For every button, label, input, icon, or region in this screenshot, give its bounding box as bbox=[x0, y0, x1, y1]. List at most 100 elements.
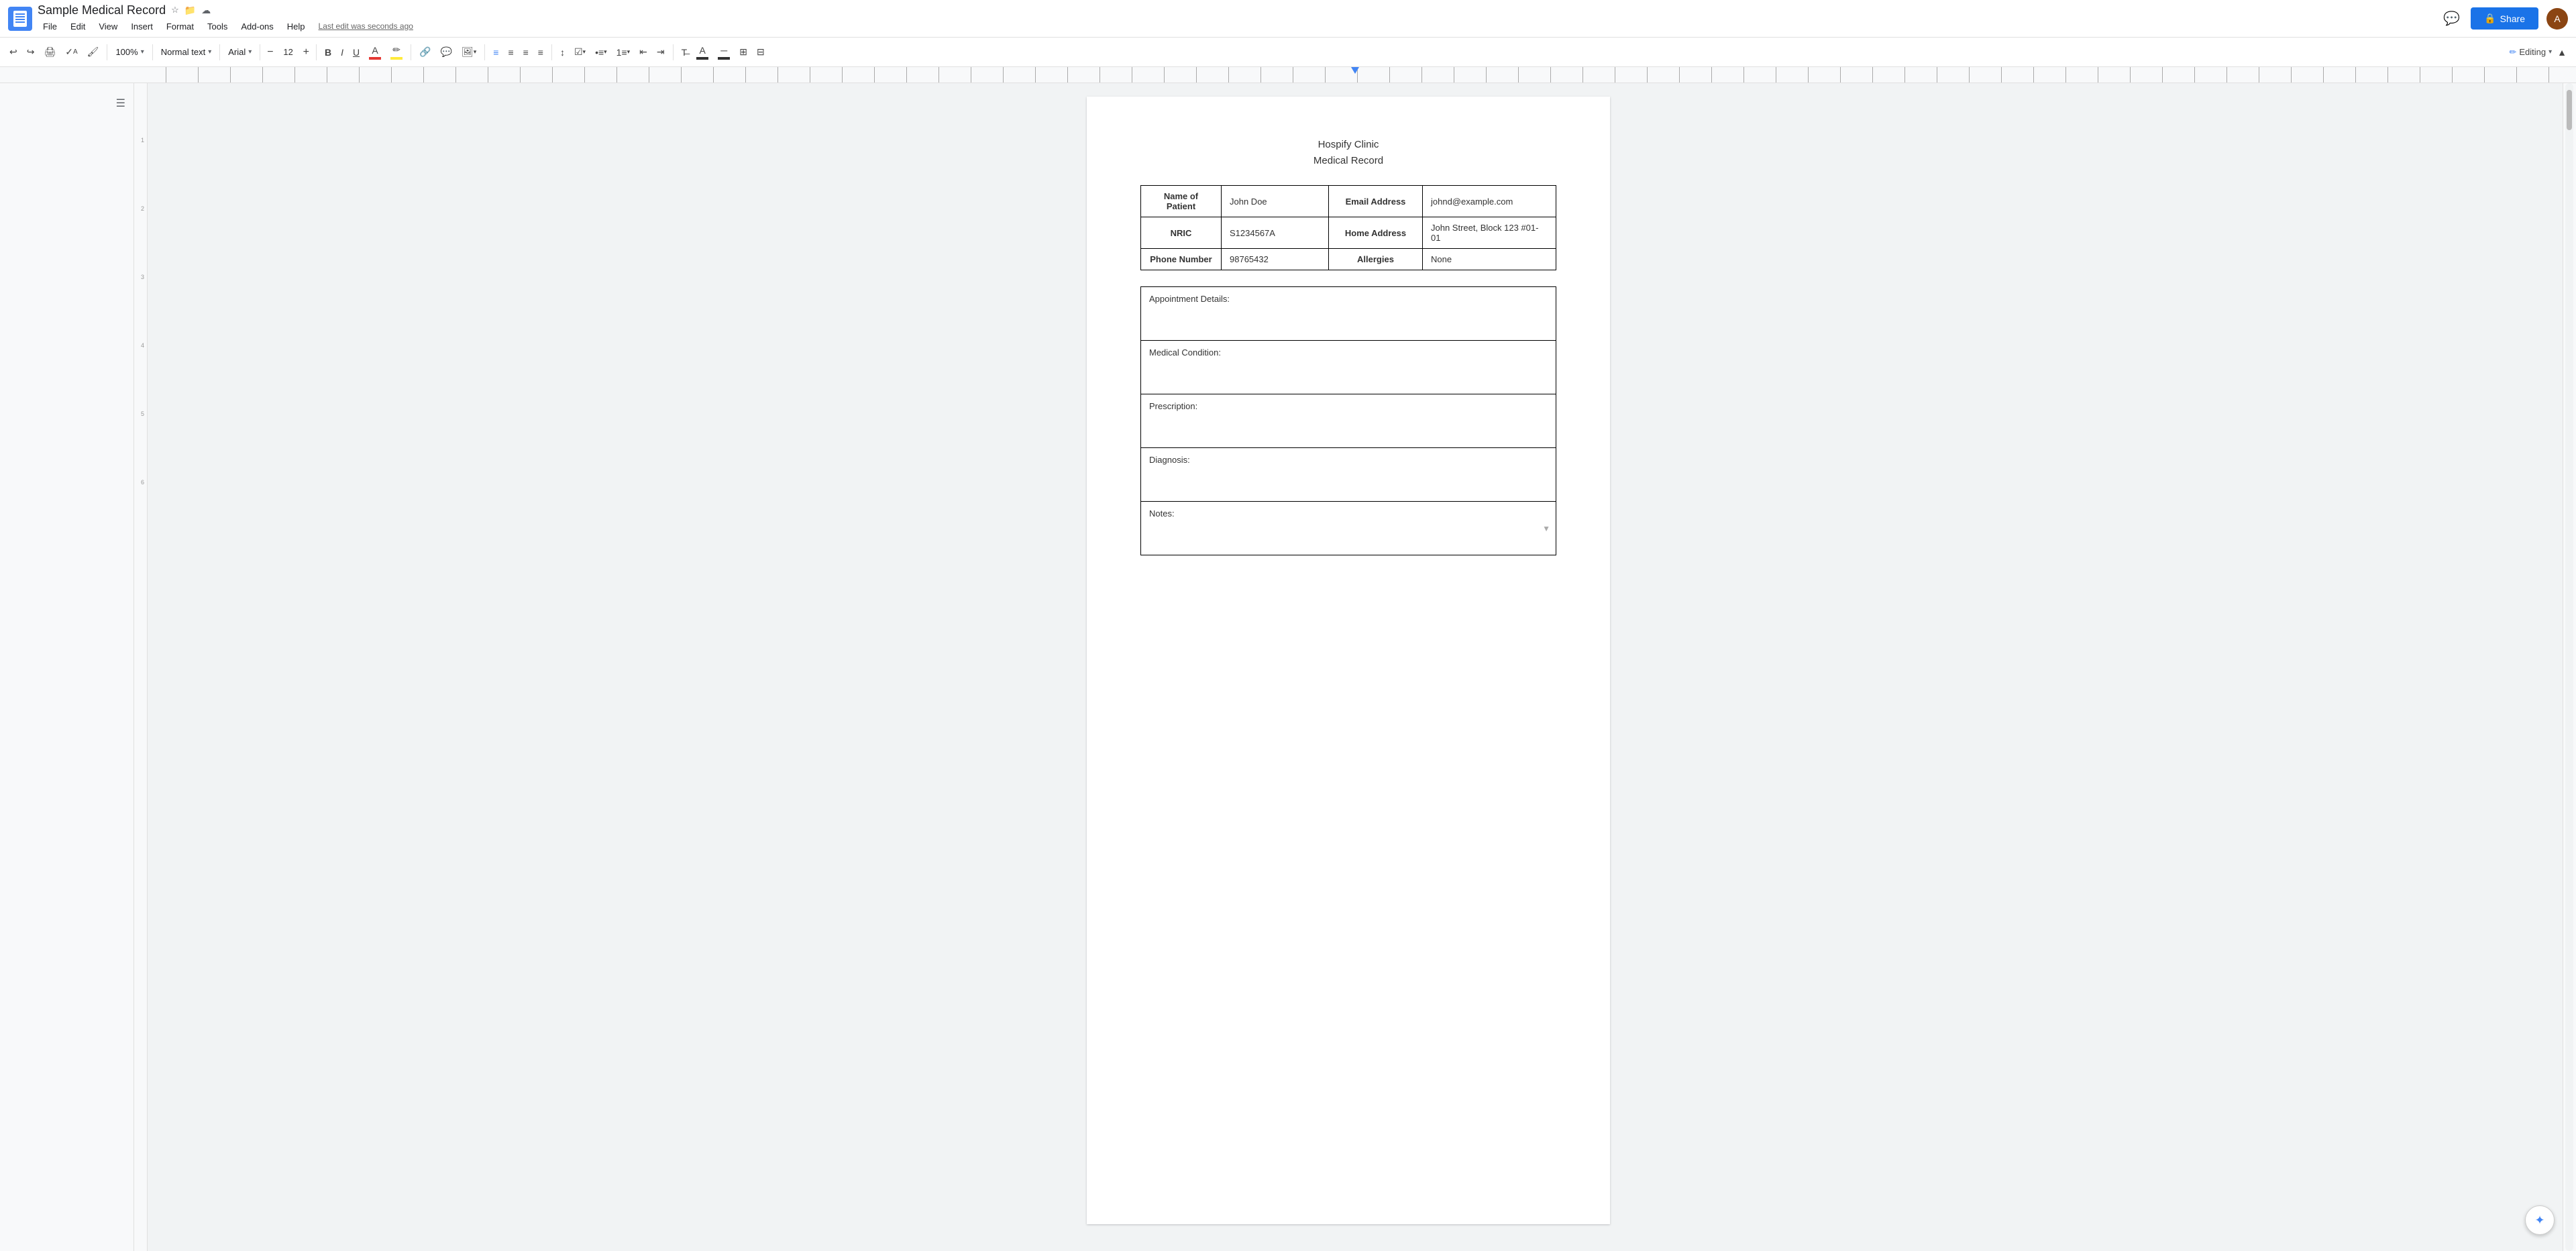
highlight-color-button[interactable]: ✏ bbox=[386, 42, 407, 62]
share-lock-icon: 🔒 bbox=[2484, 13, 2496, 24]
edit-pencil-icon: ✏ bbox=[2509, 47, 2516, 58]
scrollbar-thumb[interactable] bbox=[2567, 90, 2572, 130]
numbered-list-button[interactable]: 1≡ ▾ bbox=[612, 44, 635, 60]
share-button[interactable]: 🔒 Share bbox=[2471, 7, 2538, 30]
menu-edit[interactable]: Edit bbox=[65, 19, 91, 34]
border-color-button[interactable]: ─ bbox=[714, 42, 734, 62]
redo-button[interactable]: ↪ bbox=[23, 44, 39, 60]
patient-table-row: Phone Number 98765432 Allergies None bbox=[1141, 249, 1556, 270]
italic-button[interactable]: I bbox=[337, 44, 347, 60]
patient-label-2: Allergies bbox=[1329, 249, 1423, 270]
patient-label-2: Email Address bbox=[1329, 186, 1423, 217]
zoom-arrow: ▾ bbox=[141, 48, 144, 56]
undo-button[interactable]: ↩ bbox=[5, 44, 21, 60]
clear-formatting-button[interactable]: T̶ bbox=[678, 44, 692, 60]
user-avatar[interactable]: A bbox=[2546, 8, 2568, 30]
editing-label: Editing bbox=[2519, 47, 2546, 57]
align-right-button[interactable]: ≡ bbox=[519, 44, 533, 60]
patient-value-1: John Doe bbox=[1222, 186, 1329, 217]
menu-addons[interactable]: Add-ons bbox=[235, 19, 278, 34]
details-section-label: Prescription: bbox=[1141, 394, 1556, 448]
folder-icon[interactable]: 📁 bbox=[184, 5, 196, 16]
ruler-num-5: 5 bbox=[141, 411, 144, 417]
title-area: Sample Medical Record ☆ 📁 ☁ File Edit Vi… bbox=[38, 3, 413, 34]
font-size-decrease[interactable]: − bbox=[264, 46, 276, 58]
clinic-name: Hospify Clinic bbox=[1140, 137, 1556, 153]
star-icon[interactable]: ☆ bbox=[171, 5, 179, 15]
comments-button[interactable]: 💬 bbox=[2440, 7, 2463, 30]
document-outline-icon[interactable]: ☰ bbox=[113, 94, 128, 113]
top-right-controls: 💬 🔒 Share A bbox=[2440, 7, 2568, 30]
insert-comment-button[interactable]: 💬 bbox=[437, 44, 456, 60]
line-spacing-button[interactable]: ↕ bbox=[556, 44, 569, 60]
details-table-row: Notes:▼ bbox=[1141, 502, 1556, 555]
vertical-scrollbar[interactable] bbox=[2565, 83, 2573, 1251]
patient-value-1: 98765432 bbox=[1222, 249, 1329, 270]
align-center-button[interactable]: ≡ bbox=[504, 44, 517, 60]
align-justify-button[interactable]: ≡ bbox=[534, 44, 547, 60]
spell-check-button[interactable]: ✓A bbox=[61, 44, 81, 60]
editing-arrow: ▾ bbox=[2548, 48, 2552, 56]
font-size-increase[interactable]: + bbox=[301, 46, 312, 58]
bold-button[interactable]: B bbox=[321, 44, 335, 60]
separator-9 bbox=[673, 44, 674, 60]
ruler-num-6: 6 bbox=[141, 479, 144, 486]
column-options-button[interactable]: ⊞ bbox=[735, 44, 751, 60]
last-edit-text[interactable]: Last edit was seconds ago bbox=[319, 21, 413, 31]
menu-view[interactable]: View bbox=[93, 19, 123, 34]
style-select[interactable]: Normal text ▾ bbox=[157, 44, 216, 60]
patient-info-table: Name of Patient John Doe Email Address j… bbox=[1140, 185, 1556, 270]
zoom-select[interactable]: 100% ▾ bbox=[111, 44, 148, 60]
separator-2 bbox=[152, 44, 153, 60]
ruler-content bbox=[134, 67, 2576, 83]
patient-label-1: Name of Patient bbox=[1141, 186, 1222, 217]
details-table-row: Appointment Details: bbox=[1141, 287, 1556, 341]
menu-file[interactable]: File bbox=[38, 19, 62, 34]
menu-tools[interactable]: Tools bbox=[202, 19, 233, 34]
ruler-num-4: 4 bbox=[141, 342, 144, 349]
font-select[interactable]: Arial ▾ bbox=[224, 44, 256, 60]
separator-7 bbox=[484, 44, 485, 60]
patient-value-2: johnd@example.com bbox=[1423, 186, 1556, 217]
record-title: Medical Record bbox=[1140, 153, 1556, 169]
details-table-row: Medical Condition: bbox=[1141, 341, 1556, 394]
editing-mode[interactable]: ✏ Editing ▾ bbox=[2509, 47, 2552, 58]
align-left-button[interactable]: ≡ bbox=[489, 44, 502, 60]
ruler-num-3: 3 bbox=[141, 274, 144, 280]
decrease-indent-button[interactable]: ⇤ bbox=[635, 44, 651, 60]
table-options-button[interactable]: ⊟ bbox=[753, 44, 769, 60]
document-title: Sample Medical Record bbox=[38, 3, 166, 17]
increase-indent-button[interactable]: ⇥ bbox=[653, 44, 669, 60]
separator-5 bbox=[316, 44, 317, 60]
patient-value-2: None bbox=[1423, 249, 1556, 270]
details-section-label: Diagnosis: bbox=[1141, 448, 1556, 502]
clinic-header: Hospify Clinic Medical Record bbox=[1140, 137, 1556, 169]
menu-help[interactable]: Help bbox=[282, 19, 311, 34]
underline-button[interactable]: U bbox=[349, 44, 364, 60]
ruler bbox=[0, 67, 2576, 83]
menu-format[interactable]: Format bbox=[161, 19, 199, 34]
ruler-num-1: 1 bbox=[141, 137, 144, 144]
details-section-label: Appointment Details: bbox=[1141, 287, 1556, 341]
patient-value-1: S1234567A bbox=[1222, 217, 1329, 249]
text-bg-color-button[interactable]: A bbox=[692, 42, 712, 62]
paint-format-button[interactable]: 🖌 bbox=[83, 44, 103, 60]
bullet-list-button[interactable]: •≡ ▾ bbox=[591, 44, 611, 60]
cloud-icon[interactable]: ☁ bbox=[201, 5, 211, 16]
print-button[interactable]: 🖨 bbox=[40, 44, 60, 60]
document-area[interactable]: 1 2 3 4 5 6 Hospify Clinic Medical Recor… bbox=[134, 83, 2563, 1251]
font-size-value[interactable]: 12 bbox=[278, 45, 299, 59]
details-table: Appointment Details:Medical Condition:Pr… bbox=[1140, 286, 1556, 555]
left-panel: ☰ bbox=[0, 83, 134, 1251]
insert-link-button[interactable]: 🔗 bbox=[415, 44, 435, 60]
text-color-button[interactable]: A bbox=[365, 42, 385, 62]
menu-insert[interactable]: Insert bbox=[125, 19, 158, 34]
details-table-row: Diagnosis: bbox=[1141, 448, 1556, 502]
checklist-button[interactable]: ☑ ▾ bbox=[570, 44, 590, 60]
separator-3 bbox=[219, 44, 220, 60]
docs-logo bbox=[8, 7, 32, 31]
assist-button[interactable]: ✦ bbox=[2525, 1205, 2555, 1235]
collapse-toolbar-button[interactable]: ▲ bbox=[2553, 44, 2571, 60]
insert-image-button[interactable]: 🖼 ▾ bbox=[458, 44, 480, 60]
patient-table-row: NRIC S1234567A Home Address John Street,… bbox=[1141, 217, 1556, 249]
